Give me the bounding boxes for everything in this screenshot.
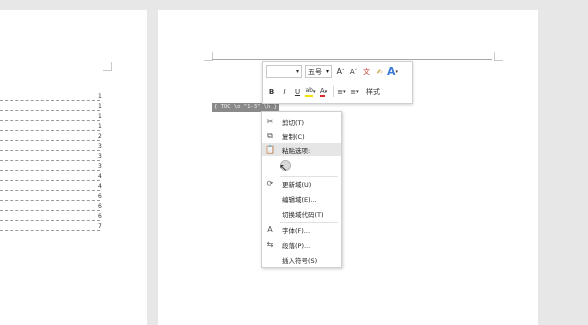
phonetic-guide-button[interactable]: 文: [361, 65, 372, 78]
highlight-button[interactable]: ab ▾: [305, 85, 316, 98]
page-corner-mark: [103, 62, 112, 71]
toc-leader: [0, 180, 100, 181]
chevron-down-icon: ▾: [356, 88, 359, 95]
context-menu: ✂ 剪切(T) ⧉ 复制(C) 📋 粘贴选项: ⟳ 更新域(U) 编辑域(E).…: [261, 111, 342, 268]
menu-item-label: 切换域代码(T): [282, 210, 324, 219]
menu-item-update-field[interactable]: ⟳ 更新域(U): [262, 177, 341, 190]
menu-item-toggle-field-codes[interactable]: 切换域代码(T): [262, 207, 341, 220]
chevron-down-icon: ▾: [295, 68, 299, 75]
menu-item-label: 复制(C): [282, 132, 305, 141]
font-color-button[interactable]: A ▾: [318, 85, 329, 98]
menu-item-label: 段落(P)...: [282, 241, 311, 250]
chevron-down-icon: ▾: [395, 68, 399, 75]
mini-formatting-toolbar: ▾ 五号 ▾ A ˄ A ˅ 文 ✍ A ▾ B I U ab ▾ A ▾ ≡ …: [262, 61, 413, 104]
document-page-right[interactable]: [158, 10, 538, 325]
header-separator-line: [212, 59, 492, 60]
bullets-button[interactable]: ≡ ▾: [336, 85, 347, 98]
toc-page-number: 3: [98, 163, 102, 170]
italic-button[interactable]: I: [279, 85, 290, 98]
menu-item-label: 插入符号(S): [282, 256, 318, 265]
toc-page-number: 3: [98, 143, 102, 150]
menu-item-font[interactable]: A 字体(F)...: [262, 223, 341, 236]
menu-item-label: 编辑域(E)...: [282, 195, 317, 204]
toc-page-number: 6: [98, 203, 102, 210]
toc-leader: [0, 150, 100, 151]
toc-page-number: 1: [98, 123, 102, 130]
font-size-dropdown[interactable]: 五号 ▾: [305, 65, 332, 78]
menu-item-copy[interactable]: ⧉ 复制(C): [262, 129, 341, 142]
numbering-button[interactable]: ≡ ▾: [349, 85, 360, 98]
toc-leader: [0, 190, 100, 191]
toc-leader: [0, 140, 100, 141]
menu-item-label: 粘贴选项:: [282, 146, 311, 155]
menu-item-paragraph[interactable]: ⇆ 段落(P)...: [262, 238, 341, 251]
menu-item-edit-field[interactable]: 编辑域(E)...: [262, 192, 341, 205]
toc-page-number: 3: [98, 153, 102, 160]
up-caret-icon: ˄: [341, 68, 345, 75]
menu-item-label: 字体(F)...: [282, 226, 311, 235]
toc-leader: [0, 210, 100, 211]
menu-item-label: 剪切(T): [282, 118, 305, 127]
highlight-icon: ab: [305, 87, 313, 97]
text-effects-button[interactable]: A ▾: [387, 65, 398, 78]
chevron-down-icon: ▾: [324, 88, 328, 95]
toc-leader: [0, 110, 100, 111]
toc-page-number: 2: [98, 133, 102, 140]
format-painter-button[interactable]: ✍: [374, 65, 385, 78]
toc-page-number: 7: [98, 223, 102, 230]
menu-item-insert-symbol[interactable]: 插入符号(S): [262, 253, 341, 266]
toc-page-number: 6: [98, 193, 102, 200]
document-page-left: 1 1 1 1 2 3 3 3 4 4 6 6 6 7: [0, 10, 147, 325]
toc-leader: [0, 100, 100, 101]
font-icon: A: [267, 225, 273, 234]
toc-leader: [0, 200, 100, 201]
paragraph-icon: ⇆: [266, 240, 274, 249]
format-painter-icon: ✍: [376, 67, 383, 76]
toc-leader: [0, 170, 100, 171]
menu-item-label: 更新域(U): [282, 180, 312, 189]
toolbar-row-font: ▾ 五号 ▾ A ˄ A ˅ 文 ✍ A ▾: [266, 65, 400, 78]
chevron-down-icon: ▾: [312, 88, 316, 95]
toc-leader: [0, 160, 100, 161]
grow-font-button[interactable]: A ˄: [335, 65, 346, 78]
paste-icon: 📋: [265, 145, 275, 154]
toolbar-divider: [333, 86, 334, 97]
mouse-pointer-icon: ↖: [279, 163, 288, 174]
menu-item-paste-options[interactable]: 📋 粘贴选项:: [262, 143, 341, 156]
chevron-down-icon: ▾: [325, 68, 329, 75]
text-effects-icon: A: [387, 65, 396, 78]
toolbar-row-format: B I U ab ▾ A ▾ ≡ ▾ ≡ ▾ 样式: [266, 85, 380, 98]
toc-page-number: 1: [98, 93, 102, 100]
toc-page-number: 4: [98, 183, 102, 190]
toc-leader: [0, 120, 100, 121]
chevron-down-icon: ▾: [343, 88, 346, 95]
underline-button[interactable]: U: [292, 85, 303, 98]
toc-page-number: 6: [98, 213, 102, 220]
page-corner-mark: [494, 52, 503, 61]
menu-item-cut[interactable]: ✂ 剪切(T): [262, 115, 341, 128]
copy-icon: ⧉: [267, 130, 273, 140]
update-field-icon: ⟳: [266, 179, 274, 188]
down-caret-icon: ˅: [354, 68, 358, 75]
toc-page-number: 4: [98, 173, 102, 180]
cut-icon: ✂: [266, 117, 274, 126]
toc-leader: [0, 230, 100, 231]
shrink-font-button[interactable]: A ˅: [348, 65, 359, 78]
styles-button[interactable]: 样式: [366, 87, 380, 97]
phonetic-guide-icon: 文: [363, 67, 370, 76]
toc-leader: [0, 130, 100, 131]
font-size-value: 五号: [308, 67, 322, 76]
toc-page-number: 1: [98, 103, 102, 110]
font-name-dropdown[interactable]: ▾: [266, 65, 302, 78]
toc-page-number: 1: [98, 113, 102, 120]
toc-leader: [0, 220, 100, 221]
bold-button[interactable]: B: [266, 85, 277, 98]
